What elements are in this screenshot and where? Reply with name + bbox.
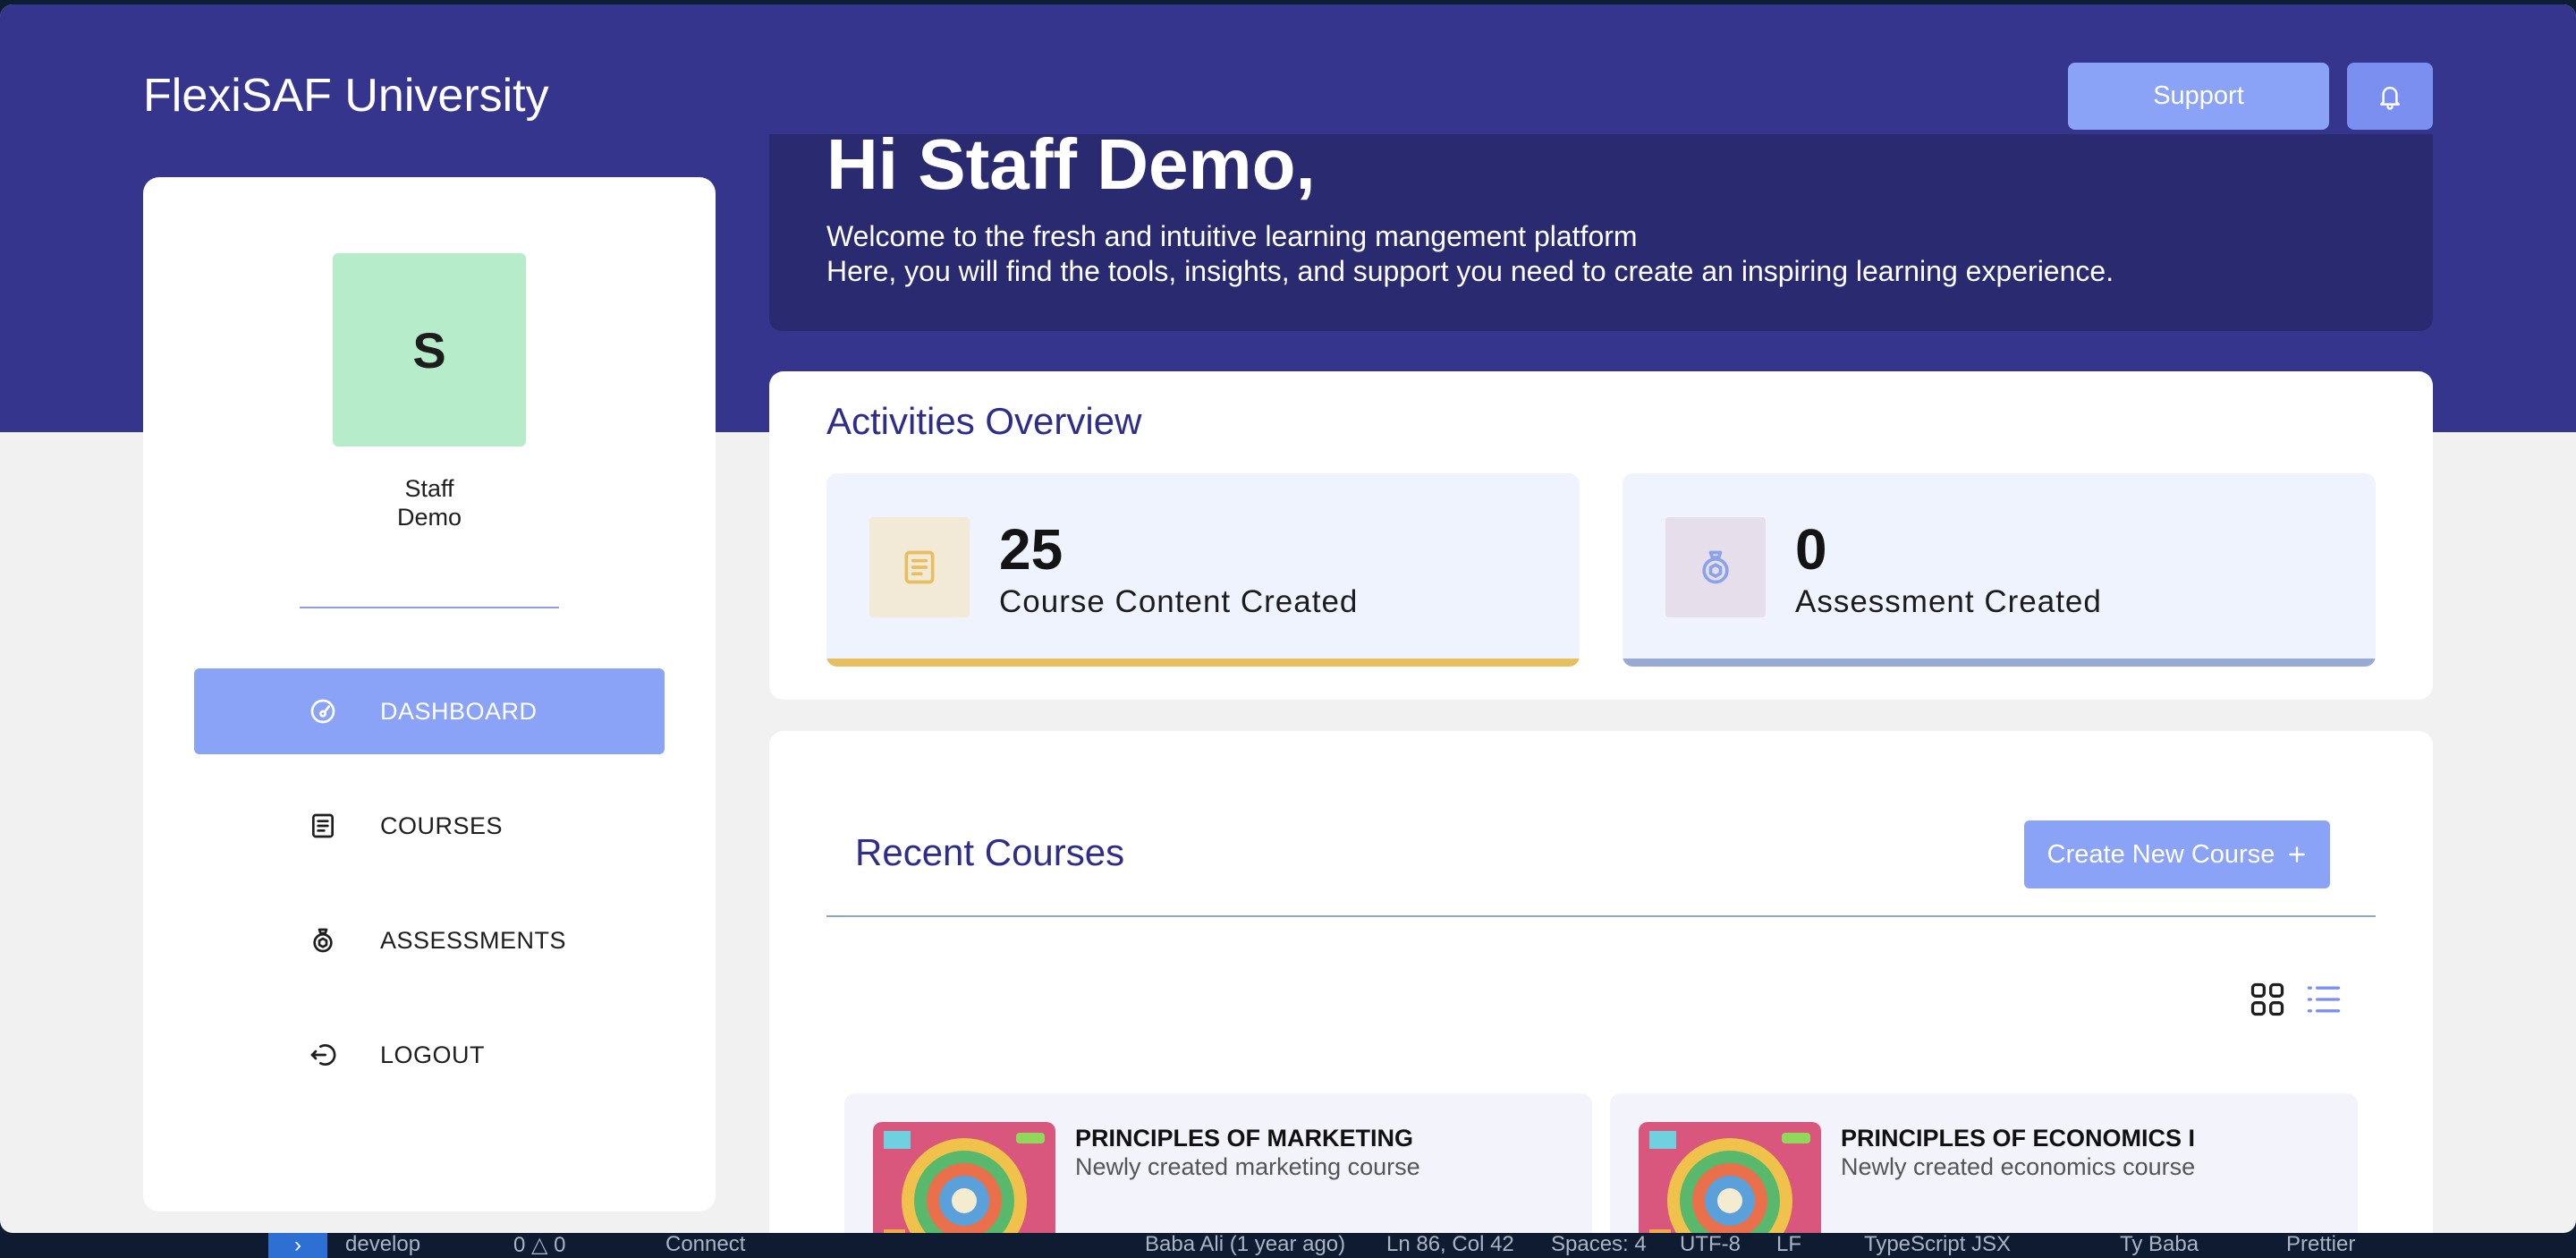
profile-last-name: Demo <box>396 504 462 531</box>
recent-courses: Recent Courses Create New Course PRINCIP… <box>769 731 2433 1233</box>
sidebar: S Staff Demo DASHBOARD COURSES ASSESSMEN… <box>143 177 716 1211</box>
welcome-line-1: Welcome to the fresh and intuitive learn… <box>826 220 1638 252</box>
plus-icon <box>2289 846 2306 863</box>
logout-icon <box>310 1044 336 1066</box>
welcome-banner: Hi Staff Demo, Welcome to the fresh and … <box>769 124 2433 331</box>
book-icon <box>312 813 334 838</box>
editor-status-bar: › develop 0 △ 0 Connect Baba Ali (1 year… <box>0 1232 2576 1258</box>
list-view-icon[interactable] <box>2304 980 2343 1019</box>
stat-label: Assessment Created <box>1795 584 2102 619</box>
course-card[interactable]: PRINCIPLES OF MARKETING Newly created ma… <box>844 1093 1592 1233</box>
nav-item-logout[interactable]: LOGOUT <box>194 1012 665 1098</box>
brand-title: FlexiSAF University <box>143 70 549 122</box>
git-blame[interactable]: Baba Ali (1 year ago) <box>1145 1232 1345 1257</box>
bell-icon <box>2379 86 2401 110</box>
activities-overview: Activities Overview 25 Course Content Cr… <box>769 371 2433 700</box>
course-title: PRINCIPLES OF MARKETING <box>1075 1125 1414 1152</box>
indentation[interactable]: Spaces: 4 <box>1551 1232 1647 1257</box>
nav-label-assessments: ASSESSMENTS <box>380 926 567 954</box>
course-card[interactable]: PRINCIPLES OF ECONOMICS I Newly created … <box>1610 1093 2358 1233</box>
course-title: PRINCIPLES OF ECONOMICS I <box>1841 1125 2196 1152</box>
app-window: FlexiSAF University Support S Staff Demo… <box>0 4 2576 1233</box>
course-description: Newly created marketing course <box>1075 1153 1420 1180</box>
notifications-button[interactable] <box>2347 63 2433 130</box>
line-ending[interactable]: LF <box>1776 1232 1801 1257</box>
nav-label-dashboard: DASHBOARD <box>380 697 538 725</box>
problems-count[interactable]: 0 △ 0 <box>513 1232 566 1258</box>
formatter[interactable]: Prettier <box>2286 1232 2355 1257</box>
recent-divider <box>826 915 2376 917</box>
remote-indicator[interactable]: › <box>268 1233 327 1258</box>
profile-first-name: Staff <box>404 475 454 502</box>
greeting-heading: Hi Staff Demo, <box>826 124 1316 204</box>
book-icon <box>904 550 935 584</box>
stat-card-course-content[interactable]: 25 Course Content Created <box>826 473 1580 667</box>
stat-value: 25 <box>999 517 1063 582</box>
connect-status[interactable]: Connect <box>665 1232 745 1257</box>
stat-card-assessment[interactable]: 0 Assessment Created <box>1623 473 2376 667</box>
activities-title: Activities Overview <box>826 400 1142 442</box>
create-course-button[interactable]: Create New Course <box>2024 820 2330 888</box>
course-thumbnail <box>1639 1122 1821 1233</box>
git-branch[interactable]: develop <box>345 1232 420 1257</box>
profile-name: Staff Demo <box>143 474 716 531</box>
stat-accent-bar <box>1623 659 2376 667</box>
recent-courses-title: Recent Courses <box>855 831 1125 873</box>
course-description: Newly created economics course <box>1841 1153 2196 1180</box>
profile-divider <box>300 607 559 608</box>
language-mode[interactable]: TypeScript JSX <box>1864 1232 2011 1257</box>
grid-view-icon[interactable] <box>2248 980 2287 1019</box>
stat-value: 0 <box>1795 517 1827 582</box>
nav-item-assessments[interactable]: ASSESSMENTS <box>194 897 665 983</box>
nav-item-courses[interactable]: COURSES <box>194 783 665 869</box>
nav-label-courses: COURSES <box>380 812 504 839</box>
stat-accent-bar <box>826 659 1580 667</box>
cursor-position[interactable]: Ln 86, Col 42 <box>1386 1232 1514 1257</box>
course-thumbnail <box>873 1122 1055 1233</box>
nav-label-logout: LOGOUT <box>380 1041 486 1068</box>
support-button[interactable]: Support <box>2068 63 2329 130</box>
stat-label: Course Content Created <box>999 584 1359 619</box>
avatar: S <box>333 253 526 446</box>
nav-item-dashboard[interactable]: DASHBOARD <box>194 668 665 754</box>
badge-icon <box>313 928 333 953</box>
git-user[interactable]: Ty Baba <box>2120 1232 2199 1257</box>
create-course-label: Create New Course <box>2046 839 2275 869</box>
stat-icon-box <box>1665 517 1766 617</box>
stat-icon-box <box>869 517 970 617</box>
welcome-line-2: Here, you will find the tools, insights,… <box>826 255 2114 287</box>
badge-icon <box>1702 550 1729 584</box>
dashboard-gauge-icon <box>310 699 335 724</box>
file-encoding[interactable]: UTF-8 <box>1680 1232 1741 1257</box>
